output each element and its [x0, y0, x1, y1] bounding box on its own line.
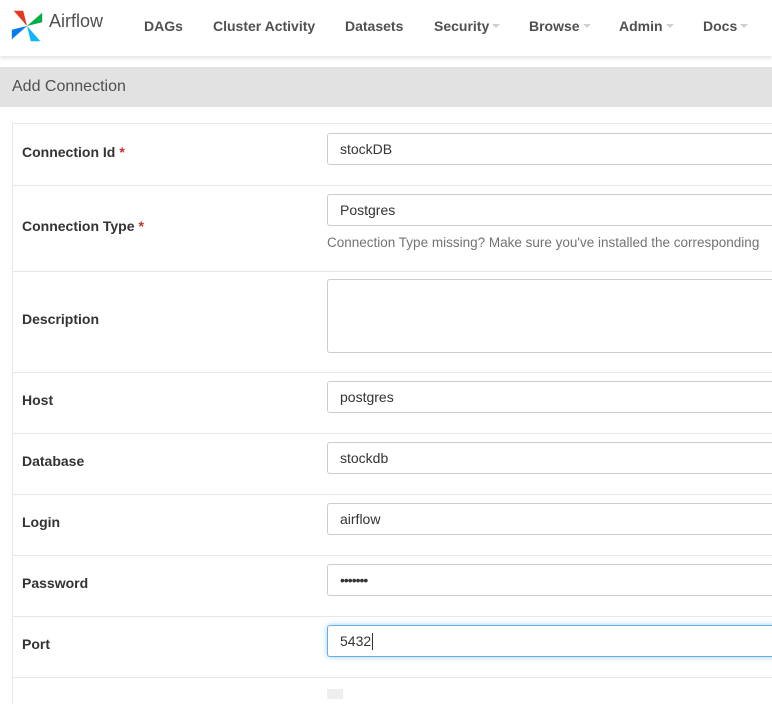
airflow-logo-icon — [11, 10, 43, 42]
airflow-brand[interactable]: Airflow — [8, 6, 103, 46]
page-header: Add Connection — [0, 67, 772, 107]
connection-id-input[interactable]: stockDB — [327, 133, 772, 165]
password-input[interactable]: ••••••• — [327, 564, 772, 596]
nav-security[interactable]: Security — [434, 18, 501, 34]
database-input[interactable]: stockdb — [327, 442, 772, 474]
host-input[interactable]: postgres — [327, 381, 772, 413]
form-row-login: Login airflow — [13, 494, 772, 556]
connection-id-label: Connection Id * — [22, 144, 125, 160]
brand-name: Airflow — [49, 10, 104, 31]
nav-browse[interactable]: Browse — [529, 18, 591, 34]
login-input[interactable]: airflow — [327, 503, 772, 535]
port-value: 5432 — [340, 633, 372, 649]
connection-type-help-text: Connection Type missing? Make sure you'v… — [327, 235, 760, 250]
form-row-connection-id: Connection Id * stockDB — [13, 124, 772, 186]
top-navbar: Airflow DAGs Cluster Activity Datasets S… — [0, 0, 772, 56]
form-row-password: Password ••••••• — [13, 555, 772, 617]
required-marker: * — [119, 144, 125, 160]
nav-admin[interactable]: Admin — [619, 18, 674, 34]
port-input[interactable]: 5432 — [327, 625, 772, 657]
form-row-database: Database stockdb — [13, 433, 772, 495]
chevron-down-icon — [740, 24, 749, 29]
nav-cluster-activity[interactable]: Cluster Activity — [213, 18, 315, 34]
chevron-down-icon — [492, 24, 501, 29]
form-row-connection-type: Connection Type * Postgres Connection Typ… — [13, 185, 772, 272]
page-title: Add Connection — [12, 78, 126, 95]
form-row-next — [13, 677, 772, 717]
connection-type-label: Connection Type * — [22, 218, 144, 234]
connection-type-select[interactable]: Postgres — [327, 194, 772, 226]
nav-docs[interactable]: Docs — [703, 18, 749, 34]
port-label: Port — [22, 636, 50, 652]
connection-form: Connection Id * stockDB Connection Type * … — [12, 123, 772, 704]
chevron-down-icon — [665, 24, 674, 29]
nav-datasets[interactable]: Datasets — [345, 18, 403, 34]
required-marker: * — [138, 218, 144, 234]
description-textarea[interactable] — [327, 279, 772, 353]
text-cursor — [372, 632, 374, 650]
form-row-host: Host postgres — [13, 372, 772, 434]
database-label: Database — [22, 453, 85, 469]
description-label: Description — [22, 311, 100, 327]
chevron-down-icon — [582, 24, 591, 29]
form-row-description: Description — [13, 271, 772, 373]
host-label: Host — [22, 392, 54, 408]
nav-dags[interactable]: DAGs — [144, 18, 183, 34]
login-label: Login — [22, 514, 61, 530]
password-label: Password — [22, 575, 89, 591]
form-row-port: Port 5432 — [13, 616, 772, 678]
